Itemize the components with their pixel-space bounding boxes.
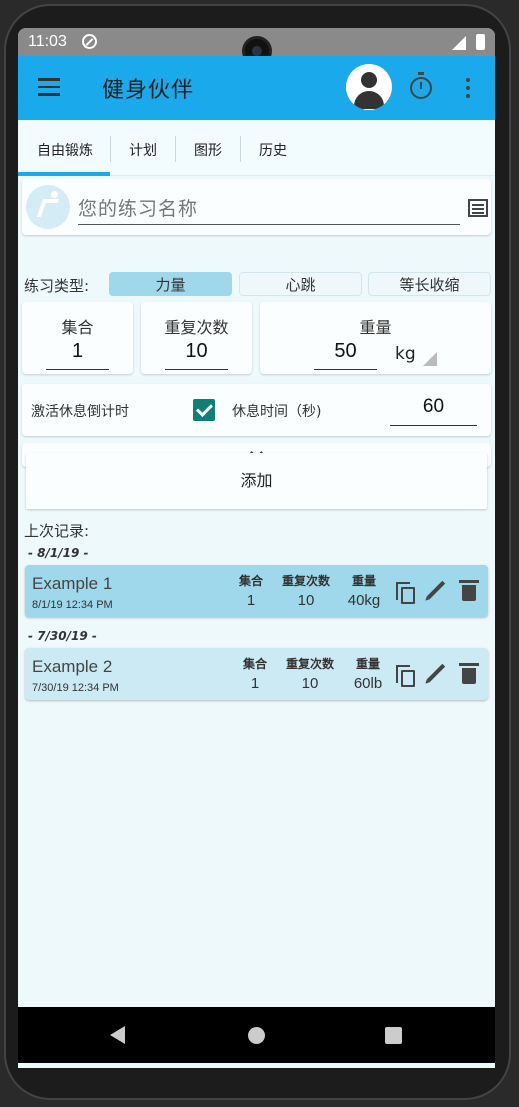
dropdown-arrow-icon[interactable] xyxy=(423,352,437,366)
home-icon[interactable] xyxy=(248,1027,265,1044)
weight-card: 重量 50 kg xyxy=(260,302,491,374)
add-button[interactable]: 添加 xyxy=(26,453,487,509)
app-bar: 健身伙伴 xyxy=(18,56,495,120)
do-not-disturb-icon xyxy=(82,34,97,49)
reps-label: 重复次数 xyxy=(164,318,229,337)
tab-divider xyxy=(110,136,111,162)
tab-divider xyxy=(240,136,241,162)
weight-input[interactable]: 50 xyxy=(314,340,377,370)
reps-input[interactable]: 10 xyxy=(165,340,228,370)
entry-name: Example 2 xyxy=(32,657,113,676)
copy-icon[interactable] xyxy=(396,665,415,687)
reps-card: 重复次数 10 xyxy=(141,302,252,374)
rest-timer-card: 激活休息倒计时 休息时间（秒) 60 xyxy=(22,384,491,436)
recent-apps-icon[interactable] xyxy=(385,1027,402,1044)
history-entry[interactable]: Example 2 7/30/19 12:34 PM 集合 1 重复次数 10 … xyxy=(25,648,488,700)
copy-icon[interactable] xyxy=(396,582,415,604)
tab-bar: 自由锻炼 计划 图形 历史 xyxy=(18,120,495,176)
back-icon[interactable] xyxy=(110,1026,125,1044)
rest-time-input[interactable]: 60 xyxy=(390,396,477,426)
delete-icon[interactable] xyxy=(459,580,479,601)
rest-countdown-checkbox[interactable] xyxy=(193,399,215,421)
tab-plan[interactable]: 计划 xyxy=(129,140,157,160)
delete-icon[interactable] xyxy=(459,663,479,684)
sets-label: 集合 xyxy=(61,318,94,337)
type-strength-button[interactable]: 力量 xyxy=(109,272,232,296)
more-options-icon[interactable] xyxy=(466,78,470,98)
status-time: 11:03 xyxy=(28,33,67,50)
weight-label: 重量 xyxy=(359,318,392,337)
runner-icon xyxy=(26,185,70,229)
history-entry[interactable]: Example 1 8/1/19 12:34 PM 集合 1 重复次数 10 重… xyxy=(25,565,488,617)
edit-icon[interactable] xyxy=(426,580,446,600)
rest-time-label: 休息时间（秒) xyxy=(232,404,322,420)
sets-card: 集合 1 xyxy=(22,302,133,374)
entry-timestamp: 7/30/19 12:34 PM xyxy=(32,682,119,694)
entry-weight: 重量 40kg xyxy=(347,574,381,609)
active-tab-indicator xyxy=(18,172,110,176)
workout-name-card xyxy=(22,179,491,235)
tab-graph[interactable]: 图形 xyxy=(194,140,222,160)
battery-icon xyxy=(476,34,485,50)
entry-weight: 重量 60lb xyxy=(353,657,383,692)
history-date-header: - 8/1/19 - xyxy=(28,546,89,560)
entry-name: Example 1 xyxy=(32,574,113,593)
workout-name-input[interactable] xyxy=(78,193,460,225)
entry-reps: 重复次数 10 xyxy=(285,657,334,692)
profile-avatar-icon[interactable] xyxy=(346,64,392,110)
stopwatch-icon[interactable] xyxy=(410,72,432,99)
tab-divider xyxy=(175,136,176,162)
entry-sets: 集合 1 xyxy=(238,574,263,609)
system-navigation-bar xyxy=(18,1007,495,1063)
tab-history[interactable]: 历史 xyxy=(259,140,287,160)
entry-timestamp: 8/1/19 12:34 PM xyxy=(32,599,113,611)
signal-icon xyxy=(452,36,466,50)
app-title: 健身伙伴 xyxy=(102,78,195,103)
tab-free-workout[interactable]: 自由锻炼 xyxy=(37,140,93,160)
app-screen: 11:03 健身伙伴 自由锻炼 计划 图形 历史 练习类型: 力量 心跳 等长收… xyxy=(18,28,495,1068)
entry-sets: 集合 1 xyxy=(242,657,267,692)
history-date-header: - 7/30/19 - xyxy=(28,629,97,643)
type-isometric-button[interactable]: 等长收缩 xyxy=(368,272,491,296)
weight-unit-select[interactable]: kg xyxy=(395,344,416,364)
menu-icon[interactable] xyxy=(38,78,60,96)
exercise-type-label: 练习类型: xyxy=(24,277,90,295)
edit-icon[interactable] xyxy=(426,663,446,683)
rest-countdown-label: 激活休息倒计时 xyxy=(31,404,129,420)
last-record-label: 上次记录: xyxy=(24,522,90,540)
sets-input[interactable]: 1 xyxy=(46,340,109,370)
type-cardio-button[interactable]: 心跳 xyxy=(239,272,362,296)
entry-reps: 重复次数 10 xyxy=(281,574,330,609)
list-icon[interactable] xyxy=(468,199,488,217)
